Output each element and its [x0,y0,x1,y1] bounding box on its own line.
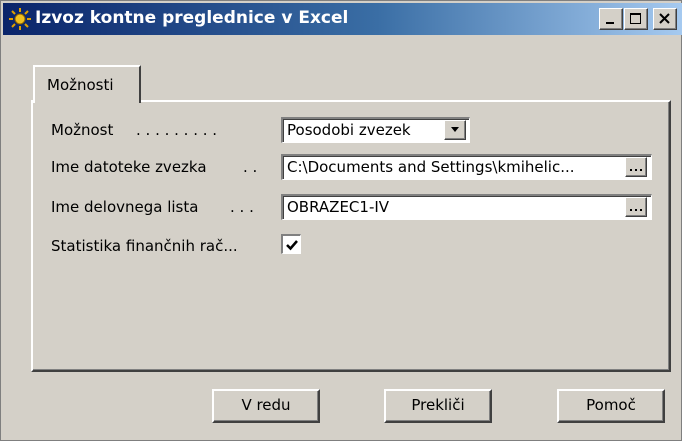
close-icon [659,13,670,24]
tab-options[interactable]: Možnosti [33,65,141,103]
app-sun-icon [9,8,31,30]
title-bar[interactable]: Izvoz kontne preglednice v Excel [3,3,682,35]
tab-options-label: Možnosti [47,76,114,94]
statistics-checkbox[interactable] [281,234,301,254]
minimize-icon [606,22,614,24]
maximize-button[interactable] [624,8,648,30]
maximize-icon [630,13,641,24]
option-label: Možnost [51,121,114,139]
worksheet-name-label-dots: . . . [230,198,254,216]
worksheet-name-label: Ime delovnega lista [51,198,199,216]
ellipsis-icon [630,209,642,211]
dialog-window: Izvoz kontne preglednice v Excel Možnost… [0,0,682,441]
browse-worksheet-button[interactable] [625,197,647,217]
browse-workbook-button[interactable] [625,157,647,177]
help-button[interactable]: Pomoč [557,389,665,423]
window-title: Izvoz kontne preglednice v Excel [35,8,349,28]
ok-button[interactable]: V redu [212,389,320,423]
option-dropdown-button[interactable] [444,120,466,140]
option-select[interactable]: Posodobi zvezek [281,117,470,143]
cancel-button[interactable]: Prekliči [384,389,492,423]
worksheet-name-field[interactable]: OBRAZEC1-IV [281,194,652,220]
worksheet-name-value: OBRAZEC1-IV [287,198,390,216]
workbook-file-value: C:\Documents and Settings\kmihelic... [287,158,575,176]
workbook-file-label-dots: . . [243,158,258,176]
checkmark-icon [286,240,298,251]
workbook-file-field[interactable]: C:\Documents and Settings\kmihelic... [281,154,652,180]
chevron-down-icon [451,127,459,132]
statistics-label: Statistika finančnih rač... [51,237,238,255]
minimize-button[interactable] [599,8,623,30]
option-label-dots: . . . . . . . . . [136,121,218,139]
ellipsis-icon [630,169,642,171]
option-select-value: Posodobi zvezek [287,121,411,139]
close-button[interactable] [653,8,677,30]
workbook-file-label: Ime datoteke zvezka [51,158,207,176]
